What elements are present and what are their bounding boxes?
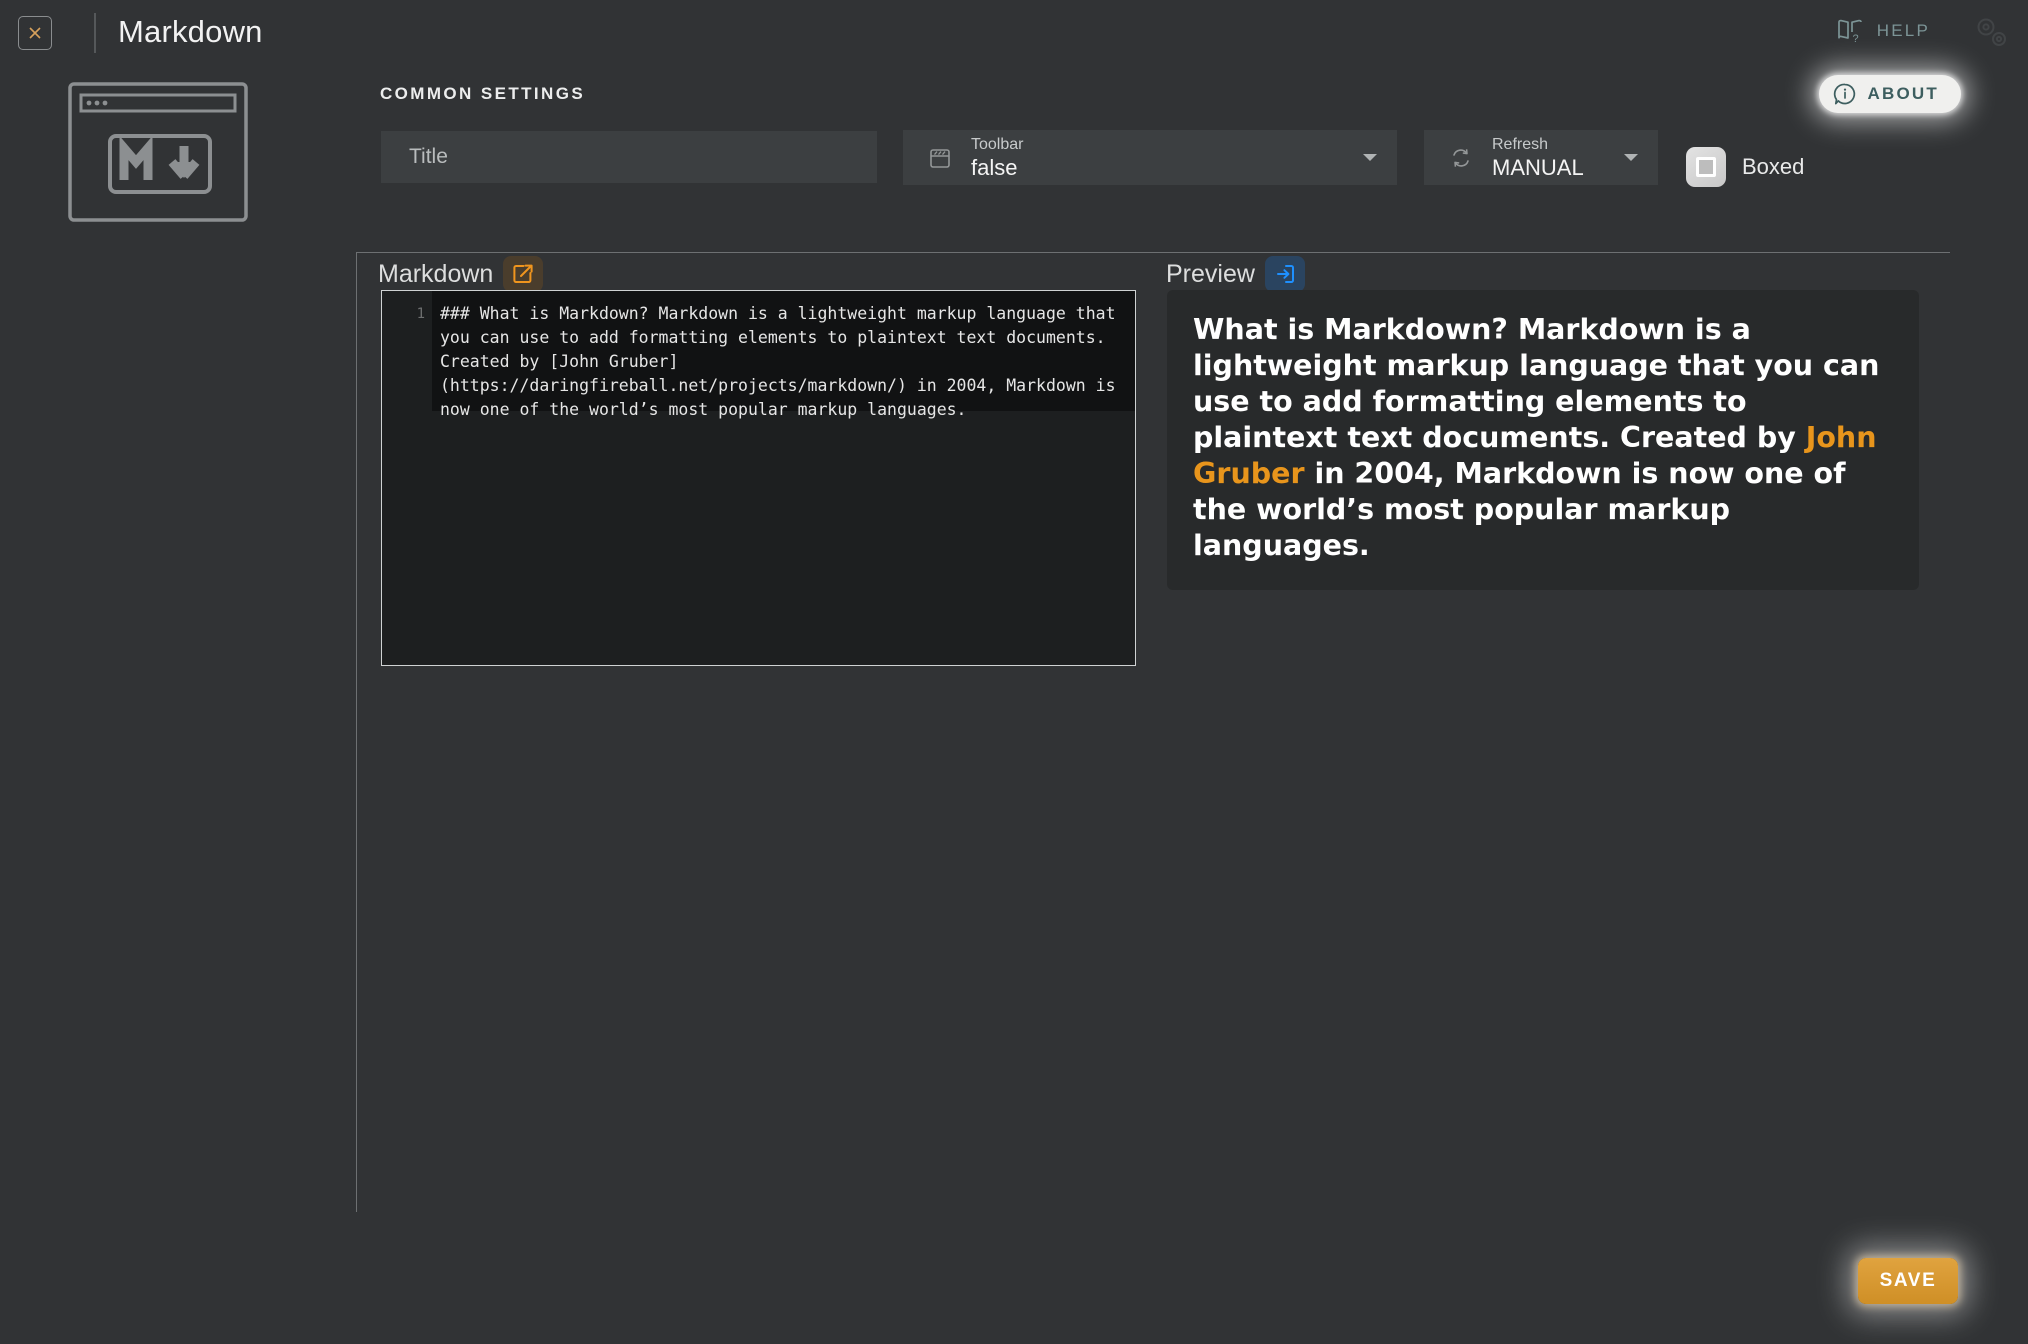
toolbar-select[interactable]: Toolbar false (903, 130, 1397, 185)
boxed-checkbox[interactable]: Boxed (1686, 147, 1804, 187)
save-button[interactable]: SAVE (1858, 1258, 1958, 1304)
checkbox-square-icon (1686, 147, 1726, 187)
refresh-cycle-icon (1438, 146, 1484, 170)
refresh-label: Refresh (1492, 135, 1549, 153)
close-window-button[interactable] (18, 16, 52, 50)
markdown-source-editor[interactable]: 1 ### What is Markdown? Markdown is a li… (381, 290, 1136, 666)
preview-panel-header: Preview (1166, 256, 1305, 292)
external-link-icon (513, 264, 533, 283)
boxed-label: Boxed (1742, 154, 1805, 179)
preview-text-before: What is Markdown? Markdown is a lightwei… (1193, 313, 1880, 454)
arrow-into-box-icon (1276, 265, 1294, 283)
preview-heading: What is Markdown? Markdown is a lightwei… (1193, 312, 1893, 564)
markdown-source-text: ### What is Markdown? Markdown is a ligh… (440, 304, 1126, 419)
common-settings-label: COMMON SETTINGS (380, 84, 586, 103)
section-divider-horizontal (356, 252, 1950, 253)
info-bubble-icon (1833, 83, 1855, 105)
chevron-down-icon[interactable] (1363, 154, 1377, 161)
markdown-browser-logo-icon (68, 82, 248, 222)
editor-code-area[interactable]: ### What is Markdown? Markdown is a ligh… (432, 291, 1135, 665)
toolbar-value: false (971, 154, 1018, 180)
title-input[interactable] (381, 131, 877, 183)
help-button[interactable]: ? HELP (1837, 18, 1930, 44)
page-title: Markdown (118, 14, 263, 49)
svg-text:?: ? (1852, 33, 1858, 44)
preview-panel-title: Preview (1166, 259, 1255, 288)
chevron-down-icon[interactable] (1624, 154, 1638, 161)
editor-line-numbers: 1 (382, 291, 432, 665)
markdown-panel-header: Markdown (378, 256, 544, 292)
markdown-config-window: Markdown ? HELP ABOUT COMMON SETTINGS Ti… (0, 0, 2028, 1344)
preview-popout-button[interactable] (1264, 256, 1305, 292)
close-x-icon (29, 27, 41, 39)
book-question-icon: ? (1837, 19, 1862, 44)
title-bar: Markdown ? HELP ABOUT (0, 0, 2028, 113)
about-button[interactable]: ABOUT (1818, 75, 1961, 113)
markdown-preview-panel: What is Markdown? Markdown is a lightwei… (1167, 290, 1919, 590)
about-label: ABOUT (1867, 84, 1939, 103)
title-separator (94, 13, 96, 53)
toolbar-window-icon (917, 146, 963, 170)
markdown-panel-title: Markdown (378, 259, 494, 288)
gears-icon[interactable] (1972, 13, 2014, 53)
line-number: 1 (416, 306, 425, 322)
refresh-select[interactable]: Refresh MANUAL (1424, 130, 1658, 185)
section-divider-vertical (356, 252, 357, 1212)
toolbar-label: Toolbar (971, 135, 1024, 153)
refresh-value: MANUAL (1492, 154, 1584, 180)
help-label: HELP (1876, 21, 1930, 40)
markdown-popout-button[interactable] (503, 256, 544, 292)
